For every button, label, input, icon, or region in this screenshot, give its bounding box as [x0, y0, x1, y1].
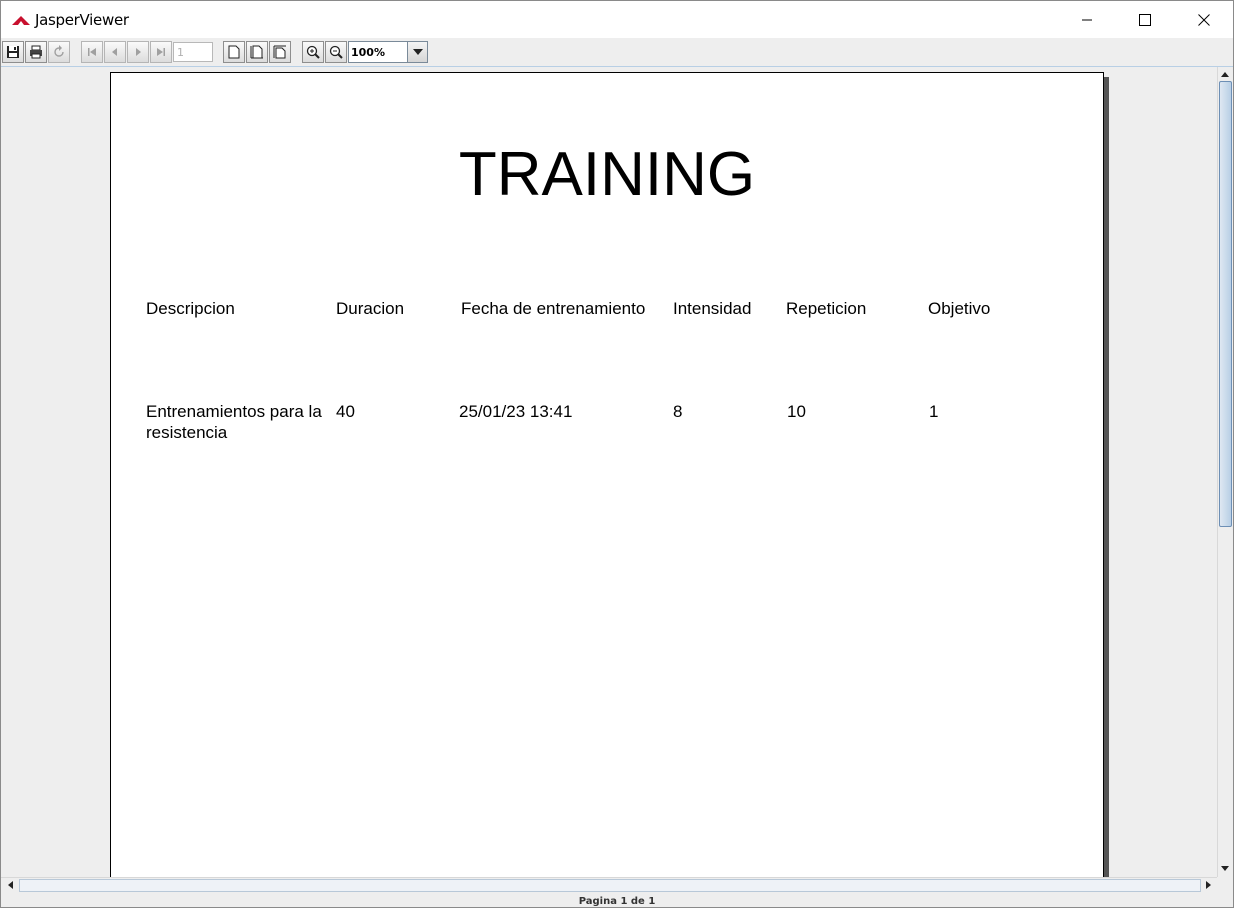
- cell-repeticion: 10: [787, 402, 806, 421]
- fit-width-button[interactable]: [269, 41, 291, 63]
- column-header-fecha: Fecha de entrenamiento: [461, 299, 646, 318]
- print-button[interactable]: [25, 41, 47, 63]
- chevron-down-icon[interactable]: [407, 42, 427, 62]
- minimize-button[interactable]: [1058, 1, 1116, 38]
- horizontal-scrollbar[interactable]: [1, 877, 1217, 893]
- cell-intensidad: 8: [673, 402, 683, 421]
- last-page-button[interactable]: [150, 41, 172, 63]
- scroll-down-icon[interactable]: [1218, 861, 1232, 875]
- zoom-out-icon: [329, 45, 343, 59]
- column-header-repeticion: Repeticion: [786, 299, 867, 318]
- reload-button[interactable]: [48, 41, 70, 63]
- zoom-out-button[interactable]: [325, 41, 347, 63]
- page-number-input[interactable]: 1: [173, 42, 213, 62]
- fit-page-icon: [250, 45, 263, 59]
- jasper-logo-icon: [12, 13, 30, 25]
- jasper-viewer-window: JasperViewer 1 100% TRAINING Descripcion…: [0, 0, 1234, 908]
- cell-duracion: 40: [336, 402, 355, 421]
- report-viewport: TRAINING Descripcion Duracion Fecha de e…: [1, 67, 1217, 877]
- column-header-objetivo: Objetivo: [928, 299, 991, 318]
- actual-size-button[interactable]: [223, 41, 245, 63]
- window-title: JasperViewer: [35, 11, 129, 29]
- fit-width-icon: [273, 45, 286, 59]
- close-icon: [1198, 13, 1210, 26]
- reload-icon: [54, 45, 64, 57]
- status-bar: Pagina 1 de 1: [578, 896, 656, 907]
- cell-fecha: 25/01/23 13:41: [459, 402, 573, 421]
- zoom-in-button[interactable]: [302, 41, 324, 63]
- report-title: TRAINING: [458, 140, 756, 209]
- next-page-button[interactable]: [127, 41, 149, 63]
- scroll-up-icon[interactable]: [1218, 67, 1232, 81]
- previous-page-icon: [112, 48, 117, 56]
- minimize-icon: [1082, 19, 1092, 20]
- cell-descripcion: Entrenamientos para la resistencia: [146, 402, 322, 442]
- vertical-scroll-thumb[interactable]: [1219, 81, 1232, 527]
- maximize-icon: [1139, 13, 1151, 26]
- title-bar: JasperViewer: [1, 1, 1233, 38]
- print-icon: [30, 45, 42, 59]
- scroll-right-icon[interactable]: [1201, 878, 1215, 892]
- zoom-in-icon: [306, 45, 320, 59]
- zoom-value: 100%: [351, 46, 385, 59]
- column-header-descripcion: Descripcion: [146, 299, 235, 318]
- maximize-button[interactable]: [1116, 1, 1174, 38]
- horizontal-scroll-thumb[interactable]: [19, 879, 1201, 892]
- first-page-icon: [88, 48, 96, 56]
- previous-page-button[interactable]: [104, 41, 126, 63]
- zoom-select[interactable]: 100%: [348, 41, 428, 63]
- last-page-icon: [157, 48, 165, 56]
- vertical-scrollbar[interactable]: [1217, 67, 1233, 877]
- save-icon: [7, 46, 19, 58]
- report-page: TRAINING Descripcion Duracion Fecha de e…: [110, 72, 1104, 877]
- close-button[interactable]: [1175, 1, 1233, 38]
- scroll-left-icon[interactable]: [3, 878, 17, 892]
- toolbar: 1 100%: [1, 38, 1233, 67]
- actual-size-icon: [228, 45, 240, 59]
- next-page-icon: [136, 48, 141, 56]
- column-header-duracion: Duracion: [336, 299, 405, 318]
- cell-objetivo: 1: [929, 402, 939, 421]
- save-button[interactable]: [2, 41, 24, 63]
- column-header-intensidad: Intensidad: [673, 299, 752, 318]
- fit-page-button[interactable]: [246, 41, 268, 63]
- first-page-button[interactable]: [81, 41, 103, 63]
